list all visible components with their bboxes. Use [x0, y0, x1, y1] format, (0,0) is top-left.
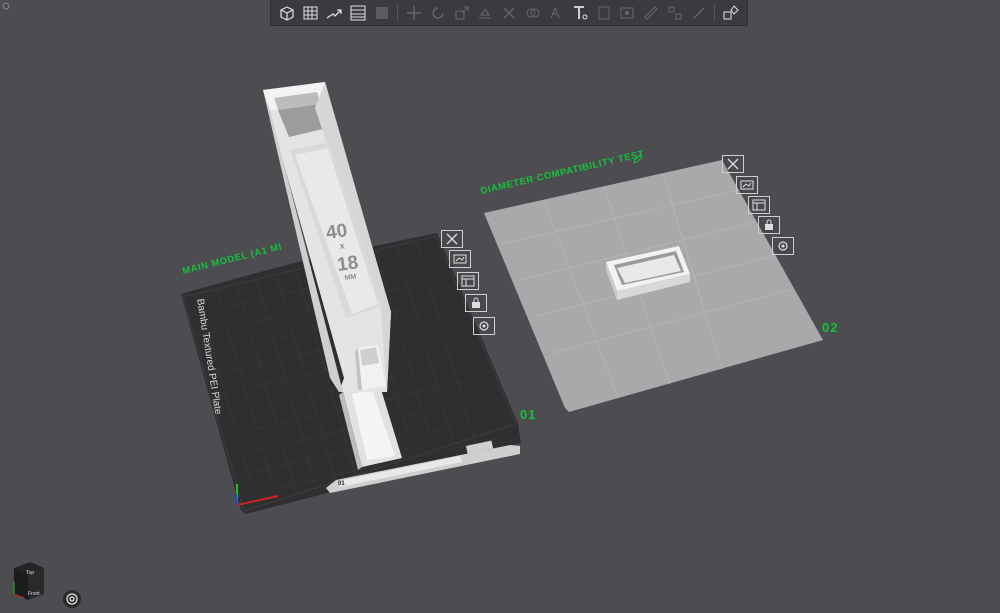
layer-icon — [693, 7, 705, 18]
cut-icon — [503, 7, 515, 18]
lock-icon — [472, 297, 480, 308]
plate-02-arrange-button[interactable] — [736, 176, 758, 194]
bed-plate-tag: 01 — [338, 481, 345, 487]
support-paint-icon — [550, 6, 560, 18]
orient-button[interactable] — [348, 3, 368, 23]
color-paint-icon — [620, 7, 634, 18]
cube-add-icon — [280, 5, 294, 21]
gear-icon — [479, 321, 489, 331]
z-axis — [235, 493, 238, 506]
measure-button[interactable] — [641, 3, 661, 23]
scale-button[interactable] — [452, 3, 472, 23]
arrange-icon — [740, 180, 754, 190]
explode-button[interactable] — [721, 3, 741, 23]
lay-on-face-button[interactable] — [475, 3, 495, 23]
toolbar-separator — [714, 3, 716, 22]
plate-01-orient-button[interactable] — [457, 272, 479, 290]
move-button[interactable] — [404, 3, 424, 23]
plate-layout-icon — [461, 275, 475, 287]
explode-icon — [723, 4, 739, 19]
assembly-button[interactable] — [665, 3, 685, 23]
lay-face-icon — [479, 7, 492, 18]
plate-02-delete-button[interactable] — [722, 155, 744, 173]
boolean-icon — [526, 8, 540, 17]
plate-02-orient-button[interactable] — [748, 196, 770, 214]
seam-paint-button[interactable] — [594, 3, 614, 23]
variable-layer-button[interactable] — [689, 3, 709, 23]
plate-01-number: 01 — [520, 407, 537, 422]
split-icon — [375, 6, 388, 19]
crosshair-icon — [66, 593, 78, 605]
main-toolbar — [270, 0, 748, 26]
color-paint-button[interactable] — [618, 3, 638, 23]
close-icon — [727, 158, 739, 170]
grid-plate-icon — [303, 6, 318, 19]
svg-text:40: 40 — [325, 220, 349, 244]
plate-02-lock-button[interactable] — [758, 216, 780, 234]
split-button[interactable] — [372, 3, 392, 23]
svg-text:18: 18 — [336, 252, 360, 276]
gear-icon — [778, 241, 788, 251]
plate-layout-icon — [350, 5, 366, 20]
assembly-icon — [668, 6, 682, 19]
mesh-boolean-button[interactable] — [523, 3, 543, 23]
cut-button[interactable] — [499, 3, 519, 23]
plate-01-settings-button[interactable] — [473, 317, 495, 335]
plate-01-lock-button[interactable] — [465, 294, 487, 312]
edit-plate-name-icon[interactable] — [633, 154, 643, 164]
add-plate-button[interactable] — [301, 3, 321, 23]
plate-layout-icon — [752, 199, 766, 211]
view-cube-front-label: Front — [28, 591, 40, 597]
lock-icon — [765, 219, 773, 230]
move-icon — [407, 5, 422, 20]
rotate-icon — [432, 6, 444, 19]
reset-view-button[interactable] — [63, 590, 81, 608]
close-icon — [446, 233, 458, 245]
text-button[interactable] — [570, 3, 590, 23]
arrange-icon — [453, 254, 467, 264]
plate-02-number: 02 — [822, 320, 839, 335]
scale-icon — [455, 6, 469, 19]
arrange-icon — [326, 8, 342, 19]
auto-arrange-button[interactable] — [324, 3, 344, 23]
rotate-button[interactable] — [428, 3, 448, 23]
plate-01-arrange-button[interactable] — [449, 250, 471, 268]
seam-icon — [598, 6, 610, 19]
3d-viewport[interactable]: 40 x 18 MM — [0, 0, 1000, 613]
toolbar-separator — [397, 3, 399, 22]
view-cube[interactable]: Top Front — [10, 560, 46, 604]
text-icon — [574, 5, 588, 19]
measure-icon — [644, 5, 658, 20]
support-paint-button[interactable] — [547, 3, 567, 23]
plate-01-delete-button[interactable] — [441, 230, 463, 248]
add-object-button[interactable] — [277, 3, 297, 23]
collapse-icon[interactable] — [2, 2, 10, 10]
plate-02-settings-button[interactable] — [772, 237, 794, 255]
view-cube-top-label: Top — [26, 570, 35, 576]
